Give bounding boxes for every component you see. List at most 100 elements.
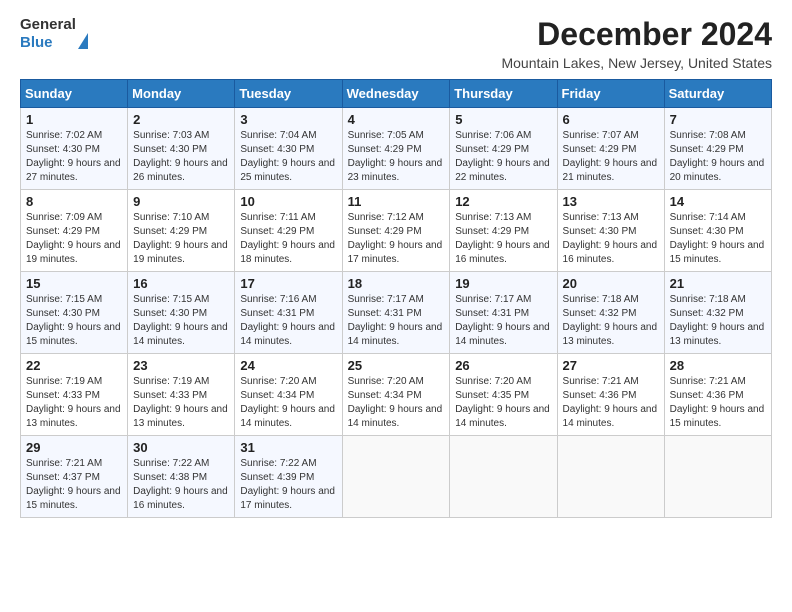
day-info: Sunrise: 7:03 AM Sunset: 4:30 PM Dayligh… [133, 129, 229, 185]
day-number: 27 [563, 358, 659, 373]
calendar-weekday-monday: Monday [128, 80, 235, 108]
calendar-cell: 20 Sunrise: 7:18 AM Sunset: 4:32 PM Dayli… [557, 272, 664, 354]
day-number: 29 [26, 440, 122, 455]
day-number: 17 [240, 276, 336, 291]
calendar-cell: 25 Sunrise: 7:20 AM Sunset: 4:34 PM Dayli… [342, 354, 450, 436]
calendar-cell: 6 Sunrise: 7:07 AM Sunset: 4:29 PM Daylig… [557, 108, 664, 190]
day-number: 15 [26, 276, 122, 291]
day-number: 30 [133, 440, 229, 455]
calendar-cell [557, 436, 664, 518]
calendar-week-row: 1Sunrise: 7:02 AM Sunset: 4:30 PM Daylig… [21, 108, 772, 190]
calendar-cell: 8 Sunrise: 7:09 AM Sunset: 4:29 PM Daylig… [21, 190, 128, 272]
page-title: December 2024 [501, 16, 772, 53]
calendar-week-row: 8 Sunrise: 7:09 AM Sunset: 4:29 PM Daylig… [21, 190, 772, 272]
day-number: 8 [26, 194, 122, 209]
calendar-cell: 26 Sunrise: 7:20 AM Sunset: 4:35 PM Dayli… [450, 354, 557, 436]
calendar-week-row: 29 Sunrise: 7:21 AM Sunset: 4:37 PM Dayli… [21, 436, 772, 518]
day-info: Sunrise: 7:11 AM Sunset: 4:29 PM Dayligh… [240, 211, 336, 267]
calendar-weekday-tuesday: Tuesday [235, 80, 342, 108]
day-info: Sunrise: 7:04 AM Sunset: 4:30 PM Dayligh… [240, 129, 336, 185]
day-number: 5 [455, 112, 551, 127]
day-info: Sunrise: 7:22 AM Sunset: 4:39 PM Dayligh… [240, 457, 336, 513]
day-number: 13 [563, 194, 659, 209]
calendar-cell: 13 Sunrise: 7:13 AM Sunset: 4:30 PM Dayli… [557, 190, 664, 272]
calendar-cell: 2 Sunrise: 7:03 AM Sunset: 4:30 PM Daylig… [128, 108, 235, 190]
day-number: 14 [670, 194, 766, 209]
day-info: Sunrise: 7:07 AM Sunset: 4:29 PM Dayligh… [563, 129, 659, 185]
calendar-cell: 21Sunrise: 7:18 AM Sunset: 4:32 PM Dayli… [664, 272, 771, 354]
day-info: Sunrise: 7:17 AM Sunset: 4:31 PM Dayligh… [455, 293, 551, 349]
calendar-cell: 7Sunrise: 7:08 AM Sunset: 4:29 PM Daylig… [664, 108, 771, 190]
day-number: 16 [133, 276, 229, 291]
calendar-cell [342, 436, 450, 518]
calendar-weekday-sunday: Sunday [21, 80, 128, 108]
day-info: Sunrise: 7:21 AM Sunset: 4:36 PM Dayligh… [563, 375, 659, 431]
calendar-cell: 27 Sunrise: 7:21 AM Sunset: 4:36 PM Dayli… [557, 354, 664, 436]
day-number: 6 [563, 112, 659, 127]
day-number: 11 [348, 194, 445, 209]
day-info: Sunrise: 7:19 AM Sunset: 4:33 PM Dayligh… [133, 375, 229, 431]
day-info: Sunrise: 7:21 AM Sunset: 4:37 PM Dayligh… [26, 457, 122, 513]
day-number: 19 [455, 276, 551, 291]
day-info: Sunrise: 7:20 AM Sunset: 4:35 PM Dayligh… [455, 375, 551, 431]
calendar-cell: 23 Sunrise: 7:19 AM Sunset: 4:33 PM Dayli… [128, 354, 235, 436]
day-number: 24 [240, 358, 336, 373]
logo-triangle-icon [78, 16, 88, 49]
day-info: Sunrise: 7:15 AM Sunset: 4:30 PM Dayligh… [26, 293, 122, 349]
calendar-cell: 3Sunrise: 7:04 AM Sunset: 4:30 PM Daylig… [235, 108, 342, 190]
calendar-weekday-wednesday: Wednesday [342, 80, 450, 108]
day-info: Sunrise: 7:18 AM Sunset: 4:32 PM Dayligh… [563, 293, 659, 349]
logo: General Blue [20, 16, 88, 52]
calendar-cell: 29 Sunrise: 7:21 AM Sunset: 4:37 PM Dayli… [21, 436, 128, 518]
day-number: 22 [26, 358, 122, 373]
day-number: 23 [133, 358, 229, 373]
day-number: 21 [670, 276, 766, 291]
day-info: Sunrise: 7:20 AM Sunset: 4:34 PM Dayligh… [348, 375, 445, 431]
subtitle: Mountain Lakes, New Jersey, United State… [501, 55, 772, 71]
calendar-cell: 16Sunrise: 7:15 AM Sunset: 4:30 PM Dayli… [128, 272, 235, 354]
calendar-cell: 12 Sunrise: 7:13 AM Sunset: 4:29 PM Dayli… [450, 190, 557, 272]
day-info: Sunrise: 7:14 AM Sunset: 4:30 PM Dayligh… [670, 211, 766, 267]
day-info: Sunrise: 7:16 AM Sunset: 4:31 PM Dayligh… [240, 293, 336, 349]
day-info: Sunrise: 7:22 AM Sunset: 4:38 PM Dayligh… [133, 457, 229, 513]
calendar-week-row: 15 Sunrise: 7:15 AM Sunset: 4:30 PM Dayli… [21, 272, 772, 354]
calendar-cell: 5Sunrise: 7:06 AM Sunset: 4:29 PM Daylig… [450, 108, 557, 190]
day-info: Sunrise: 7:13 AM Sunset: 4:30 PM Dayligh… [563, 211, 659, 267]
calendar-cell: 15 Sunrise: 7:15 AM Sunset: 4:30 PM Dayli… [21, 272, 128, 354]
calendar-cell [450, 436, 557, 518]
day-info: Sunrise: 7:17 AM Sunset: 4:31 PM Dayligh… [348, 293, 445, 349]
calendar-header-row: SundayMondayTuesdayWednesdayThursdayFrid… [21, 80, 772, 108]
logo-text-general: General [20, 16, 76, 33]
calendar-weekday-friday: Friday [557, 80, 664, 108]
calendar-cell: 17 Sunrise: 7:16 AM Sunset: 4:31 PM Dayli… [235, 272, 342, 354]
calendar-cell: 31Sunrise: 7:22 AM Sunset: 4:39 PM Dayli… [235, 436, 342, 518]
day-number: 26 [455, 358, 551, 373]
logo-text-blue: Blue [20, 34, 53, 51]
calendar-body: 1Sunrise: 7:02 AM Sunset: 4:30 PM Daylig… [21, 108, 772, 518]
day-number: 20 [563, 276, 659, 291]
calendar-table: SundayMondayTuesdayWednesdayThursdayFrid… [20, 79, 772, 518]
calendar-cell: 1Sunrise: 7:02 AM Sunset: 4:30 PM Daylig… [21, 108, 128, 190]
day-info: Sunrise: 7:10 AM Sunset: 4:29 PM Dayligh… [133, 211, 229, 267]
day-info: Sunrise: 7:09 AM Sunset: 4:29 PM Dayligh… [26, 211, 122, 267]
calendar-cell: 9 Sunrise: 7:10 AM Sunset: 4:29 PM Daylig… [128, 190, 235, 272]
calendar-weekday-saturday: Saturday [664, 80, 771, 108]
day-number: 2 [133, 112, 229, 127]
day-number: 18 [348, 276, 445, 291]
day-number: 9 [133, 194, 229, 209]
calendar-cell: 22Sunrise: 7:19 AM Sunset: 4:33 PM Dayli… [21, 354, 128, 436]
calendar-week-row: 22 Sunrise: 7:19 AM Sunset: 4:33 PM Dayli… [21, 354, 772, 436]
calendar-cell: 11Sunrise: 7:12 AM Sunset: 4:29 PM Dayli… [342, 190, 450, 272]
calendar-cell: 10Sunrise: 7:11 AM Sunset: 4:29 PM Dayli… [235, 190, 342, 272]
calendar-cell: 24Sunrise: 7:20 AM Sunset: 4:34 PM Dayli… [235, 354, 342, 436]
day-info: Sunrise: 7:21 AM Sunset: 4:36 PM Dayligh… [670, 375, 766, 431]
calendar-cell: 4Sunrise: 7:05 AM Sunset: 4:29 PM Daylig… [342, 108, 450, 190]
day-number: 28 [670, 358, 766, 373]
title-block: December 2024 Mountain Lakes, New Jersey… [501, 16, 772, 71]
day-info: Sunrise: 7:02 AM Sunset: 4:30 PM Dayligh… [26, 129, 122, 185]
calendar-cell: 14 Sunrise: 7:14 AM Sunset: 4:30 PM Dayli… [664, 190, 771, 272]
calendar-weekday-thursday: Thursday [450, 80, 557, 108]
day-info: Sunrise: 7:13 AM Sunset: 4:29 PM Dayligh… [455, 211, 551, 267]
day-number: 25 [348, 358, 445, 373]
day-number: 12 [455, 194, 551, 209]
